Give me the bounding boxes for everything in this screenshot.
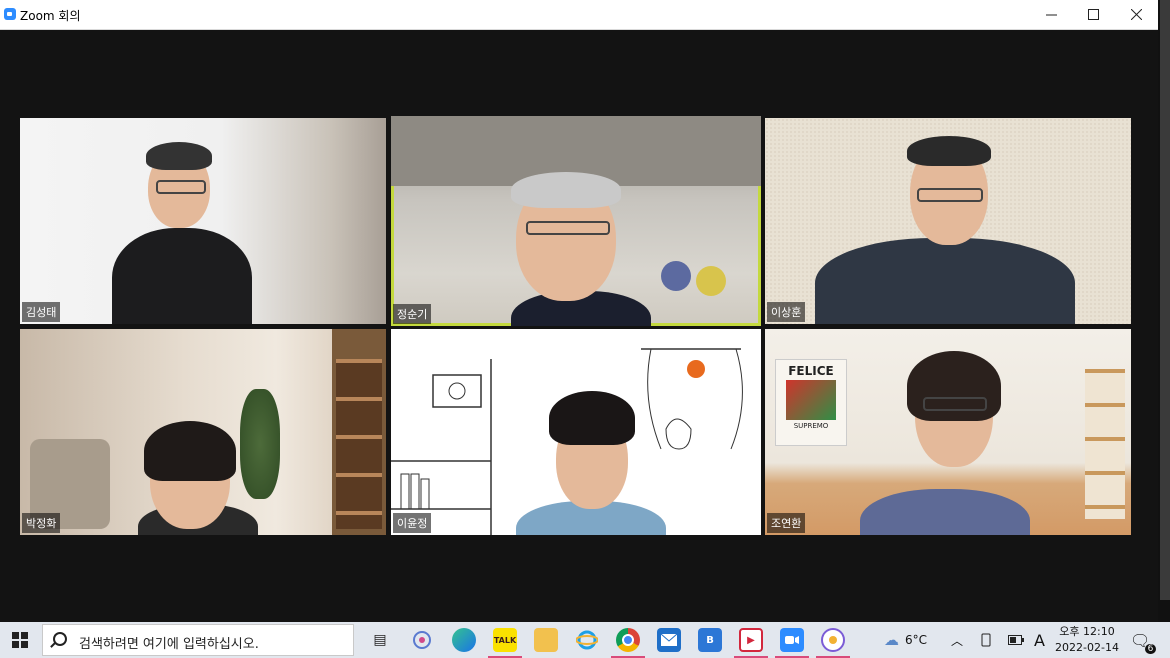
minimize-icon [1045, 14, 1057, 16]
cloud-icon: ☁ [884, 631, 899, 649]
gallery-view: 김성태 정순기 이상훈 박정화 이윤정 FELICE SUPREMO 조연환 [0, 30, 1158, 622]
video-tile[interactable]: 김성태 [20, 118, 386, 324]
b-app-icon[interactable]: B [698, 628, 722, 652]
weather-temperature: 6°C [905, 633, 928, 647]
snip-sketch-icon[interactable] [410, 628, 434, 652]
show-hidden-icons-button[interactable]: ︿ [951, 622, 963, 658]
cafe-sign: FELICE SUPREMO [775, 359, 847, 446]
device-icon[interactable] [979, 622, 993, 658]
file-explorer-icon[interactable] [534, 628, 558, 652]
windows-logo-icon [12, 632, 28, 648]
taskbar-search-box[interactable]: 검색하려면 여기에 입력하십시오. [42, 624, 354, 656]
minimize-button[interactable] [1029, 0, 1073, 29]
participant-name: 이윤정 [393, 513, 432, 533]
participant-name: 정순기 [393, 304, 432, 324]
video-tile[interactable]: 이윤정 [391, 329, 761, 535]
participant-name: 조연환 [767, 513, 806, 533]
cafe-sign-title: FELICE [788, 364, 834, 378]
notification-count: 6 [1144, 643, 1157, 654]
task-view-icon[interactable]: ▤ [368, 628, 392, 652]
search-icon [53, 632, 67, 646]
maximize-button[interactable] [1071, 0, 1115, 29]
action-center-button[interactable]: 🗨 6 [1130, 622, 1157, 658]
input-method-indicator[interactable]: A [1034, 622, 1045, 658]
other-app-icon[interactable] [821, 628, 845, 652]
window-edge [1158, 0, 1170, 622]
video-tile[interactable]: 이상훈 [765, 118, 1131, 324]
close-icon [1130, 9, 1142, 20]
chevron-up-icon: ︿ [951, 633, 964, 648]
weather-widget[interactable]: ☁ 6°C [884, 622, 927, 658]
search-placeholder: 검색하려면 여기에 입력하십시오. [79, 637, 259, 652]
video-app-icon[interactable]: ▶ [739, 628, 763, 652]
taskbar-clock[interactable]: 오후 12:10 2022-02-14 [1052, 624, 1122, 656]
kakaotalk-icon[interactable]: TALK [493, 628, 517, 652]
clock-date: 2022-02-14 [1055, 641, 1119, 654]
cafe-sign-subtitle: SUPREMO [793, 422, 829, 430]
mail-icon[interactable] [657, 628, 681, 652]
edge-icon[interactable] [452, 628, 476, 652]
chrome-icon[interactable] [616, 628, 640, 652]
zoom-icon[interactable] [780, 628, 804, 652]
battery-icon[interactable] [1008, 622, 1024, 658]
participant-name: 이상훈 [767, 302, 806, 322]
video-tile[interactable]: 박정화 [20, 329, 386, 535]
notification-icon: 🗨 6 [1130, 631, 1157, 654]
participant-name: 박정화 [22, 513, 61, 533]
zoom-app-icon [4, 8, 16, 20]
window-title: Zoom 회의 [20, 9, 81, 23]
internet-explorer-icon[interactable] [575, 628, 599, 652]
start-button[interactable] [0, 622, 40, 658]
close-button[interactable] [1114, 0, 1158, 29]
maximize-icon [1087, 9, 1099, 20]
participant-name: 김성태 [22, 302, 61, 322]
clock-time: 오후 12:10 [1059, 625, 1115, 638]
windows-taskbar: 검색하려면 여기에 입력하십시오. ▤ TALK B ▶ ☁ 6°C ︿ A 오… [0, 622, 1170, 658]
title-bar: Zoom 회의 [0, 0, 1158, 30]
video-tile[interactable]: FELICE SUPREMO 조연환 [765, 329, 1131, 535]
video-tile-active-speaker[interactable]: 정순기 [391, 116, 761, 326]
